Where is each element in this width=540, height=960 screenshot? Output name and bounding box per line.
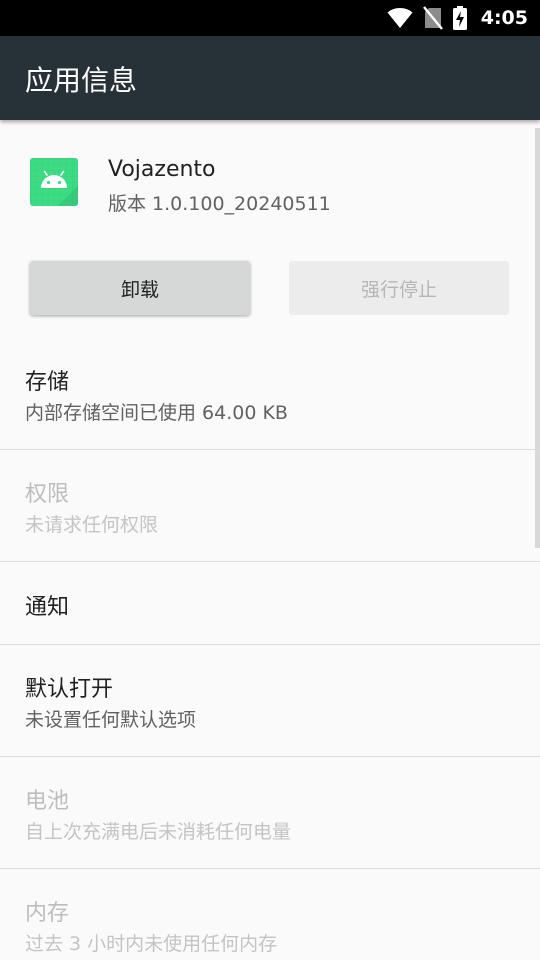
toolbar: 应用信息: [0, 36, 540, 120]
status-icons: 4:05: [387, 0, 528, 36]
memory-summary: 过去 3 小时内未使用任何内存: [25, 933, 278, 955]
battery-item[interactable]: 电池 自上次充满电后未消耗任何电量: [0, 757, 540, 869]
status-bar: 4:05: [0, 0, 540, 36]
notifications-title: 通知: [25, 595, 70, 620]
storage-item[interactable]: 存储 内部存储空间已使用 64.00 KB: [0, 336, 540, 450]
notifications-item[interactable]: 通知: [0, 562, 540, 645]
wifi-icon: [387, 8, 413, 28]
uninstall-button[interactable]: 卸载: [30, 261, 250, 315]
no-sim-icon: [422, 6, 443, 30]
open-by-default-summary: 未设置任何默认选项: [25, 709, 197, 731]
open-by-default-item[interactable]: 默认打开 未设置任何默认选项: [0, 645, 540, 757]
permissions-title: 权限: [25, 482, 70, 507]
open-by-default-title: 默认打开: [25, 677, 114, 702]
app-header: Vojazento 版本 1.0.100_20240511: [0, 120, 540, 242]
settings-list: 存储 内部存储空间已使用 64.00 KB 权限 未请求任何权限 通知 默认打开…: [0, 336, 540, 960]
storage-summary: 内部存储空间已使用 64.00 KB: [25, 402, 288, 424]
app-version: 版本 1.0.100_20240511: [108, 193, 331, 215]
permissions-item[interactable]: 权限 未请求任何权限: [0, 450, 540, 562]
battery-title: 电池: [25, 789, 70, 814]
android-icon: [30, 158, 78, 206]
force-stop-button[interactable]: 强行停止: [289, 261, 509, 315]
memory-title: 内存: [25, 901, 70, 926]
page-title: 应用信息: [25, 64, 138, 97]
battery-summary: 自上次充满电后未消耗任何电量: [25, 821, 292, 843]
memory-item[interactable]: 内存 过去 3 小时内未使用任何内存: [0, 869, 540, 960]
app-info-content[interactable]: Vojazento 版本 1.0.100_20240511 卸载 强行停止 存储…: [0, 120, 540, 960]
app-name: Vojazento: [108, 157, 216, 182]
permissions-summary: 未请求任何权限: [25, 514, 159, 536]
status-time: 4:05: [480, 7, 528, 29]
storage-title: 存储: [25, 370, 70, 395]
battery-charging-icon: [452, 6, 467, 30]
